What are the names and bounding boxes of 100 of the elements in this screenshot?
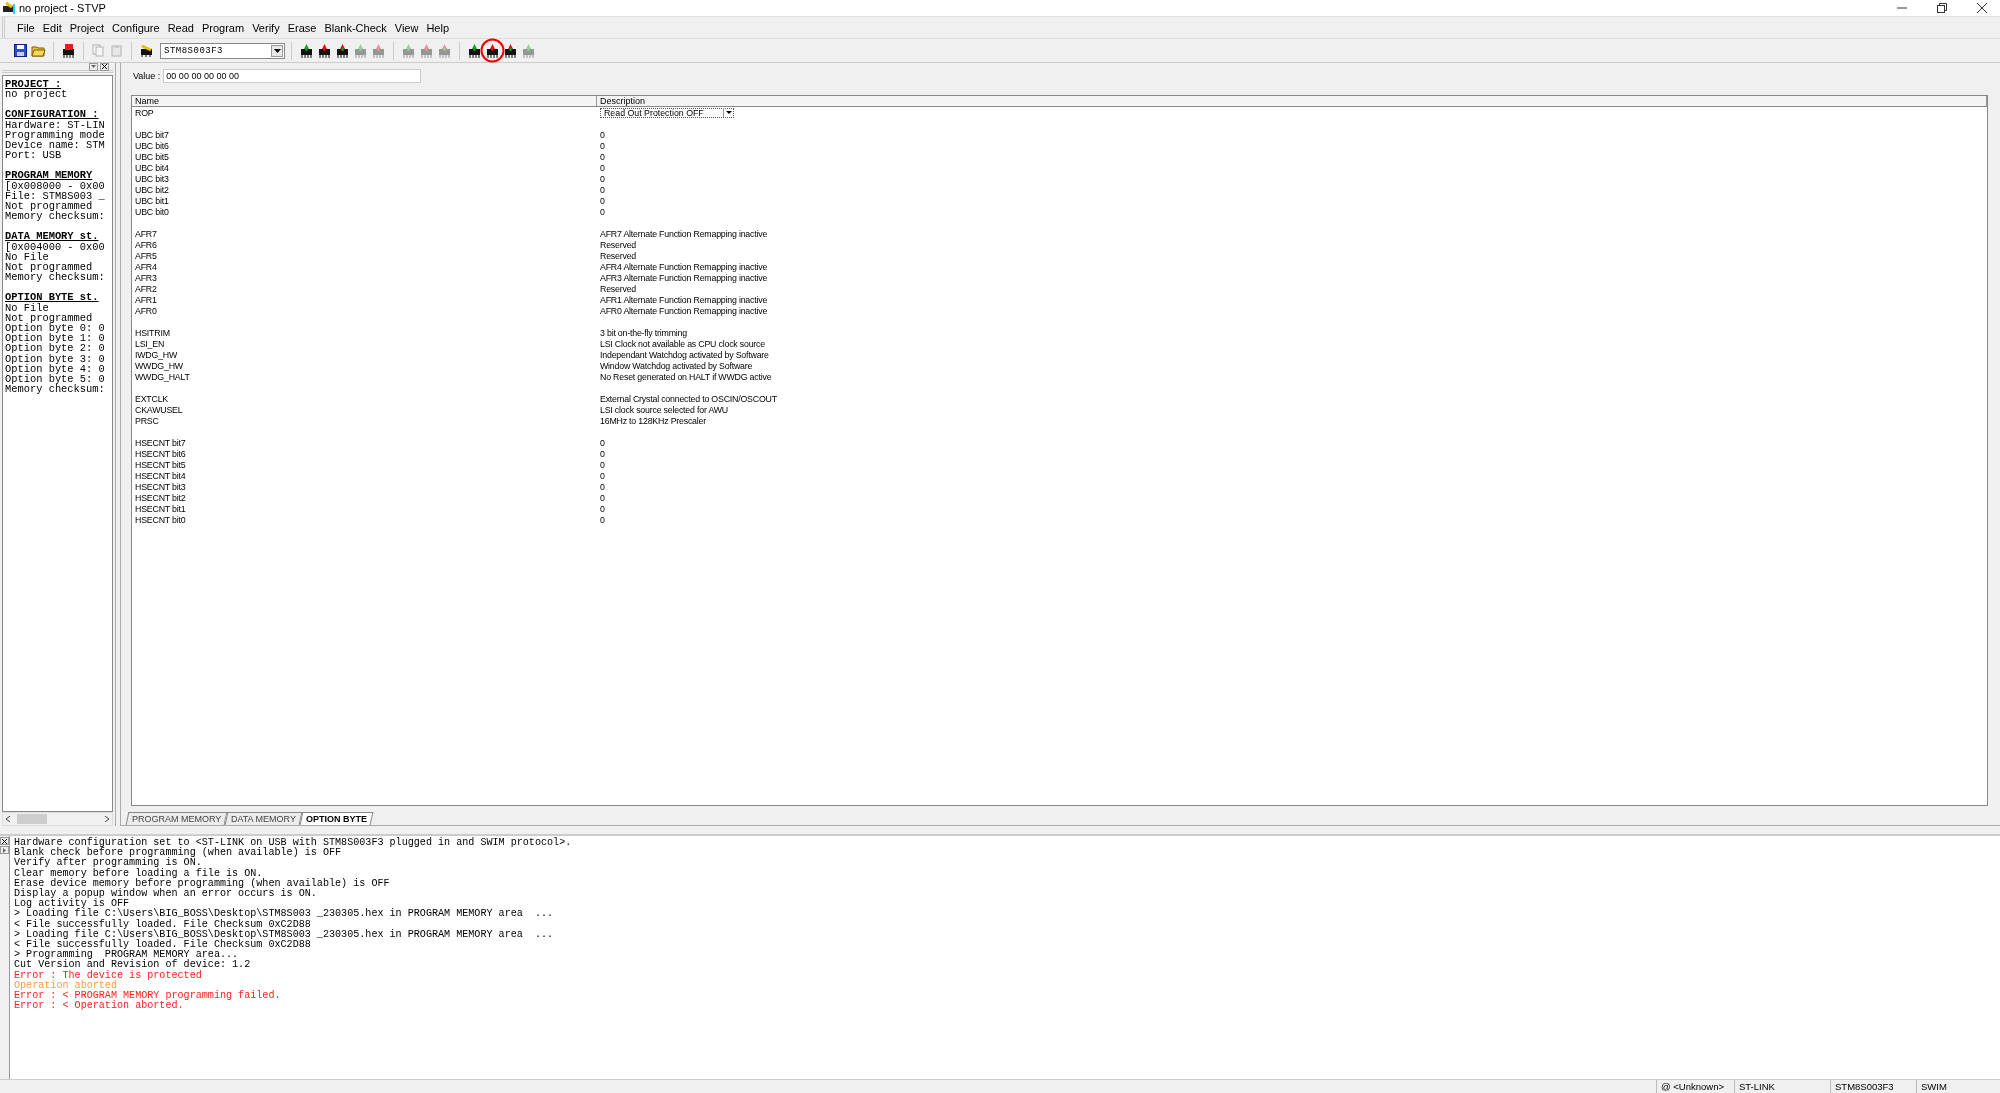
menu-item[interactable]: Read [163, 19, 198, 36]
column-header[interactable]: Description [597, 96, 1987, 106]
description-cell-text: AFR0 Alternate Function Remapping inactive [599, 305, 769, 316]
name-cell-text: WWDG_HALT [134, 371, 191, 382]
section-heading: DATA MEMORY st. [5, 231, 100, 242]
status-pane: @ <Unknown> [1656, 1080, 1734, 1093]
chip-select-icon [139, 44, 154, 57]
info-line: No File [5, 251, 49, 263]
chip-action-button[interactable] [334, 41, 351, 60]
status-pane: ST-LINK [1734, 1080, 1830, 1093]
description-cell-text: Independant Watchdog activated by Software [599, 349, 770, 360]
info-line: Memory checksum: [5, 272, 106, 283]
log-line: Erase device memory before programming (when available) is OFF [14, 878, 391, 889]
close-pane-button[interactable] [0, 837, 9, 845]
value-label: Value : [133, 71, 161, 81]
section-heading: CONFIGURATION : [5, 109, 100, 120]
menu-item[interactable]: Help [422, 19, 454, 36]
name-cell-text: LSI_EN [134, 338, 166, 349]
close-pane-button[interactable] [100, 62, 109, 71]
log-line: < File successfully loaded. File Checksum 0xC2D88 [14, 940, 312, 951]
info-line: Programming mode [5, 129, 106, 140]
name-cell-text: UBC bit1 [134, 195, 170, 206]
info-line: Option byte 0: 0 [5, 323, 106, 334]
name-cell-text: UBC bit7 [134, 129, 170, 140]
info-line: No File [5, 302, 49, 313]
log-line: Cut Version and Revision of device: 1.2 [14, 960, 252, 971]
description-cell-text: LSI Clock not available as CPU clock source [599, 338, 766, 349]
info-line: Not programmed [5, 201, 93, 212]
menu-item[interactable]: Program [197, 19, 249, 36]
configure-button[interactable] [60, 41, 77, 60]
description-cell-text: 0 [599, 140, 606, 151]
log-line: > Loading file C:\Users\BIG_BOSS\Desktop\STM8S003 _230305.hex in PROGRAM MEMORY area ... [14, 909, 555, 920]
section-heading: PROGRAM MEMORY [5, 170, 94, 181]
description-cell-text: 0 [599, 492, 606, 503]
name-cell-text: CKAWUSEL [134, 404, 184, 415]
name-cell-text: HSECNT bit0 [134, 514, 187, 525]
menu-item[interactable]: Erase [283, 19, 321, 36]
scroll-right-button[interactable] [102, 814, 112, 824]
description-cell-text: 0 [599, 173, 606, 184]
info-line: Device name: STM [5, 140, 106, 151]
description-cell-text: 0 [599, 151, 606, 162]
menu-item[interactable]: File [13, 19, 39, 36]
description-cell-text: 0 [599, 514, 606, 525]
info-line: [0x008000 - 0x00 [5, 180, 106, 191]
menu-item[interactable]: Project [65, 19, 108, 36]
window-title: no project - STVP [19, 2, 107, 14]
tab[interactable]: PROGRAM MEMORY [125, 812, 228, 825]
info-line: Option byte 3: 0 [5, 353, 106, 364]
device-name: STM8S003F3 [163, 45, 224, 56]
info-line: Hardware: ST-LIN [5, 119, 106, 130]
log-line: Clear memory before loading a file is ON. [14, 868, 263, 879]
pin-button[interactable] [89, 62, 98, 71]
menu-item[interactable]: Blank-Check [320, 19, 391, 36]
chip-icon [467, 43, 482, 58]
menu-item[interactable]: Edit [38, 19, 66, 36]
chip-action-button[interactable] [316, 41, 333, 60]
info-line: no project [5, 89, 69, 100]
description-cell-text: Reserved [599, 283, 638, 294]
log-line: Error : The device is protected [14, 970, 203, 981]
paste-icon [110, 44, 123, 57]
folder-icon [31, 44, 46, 57]
name-cell-text: UBC bit0 [134, 206, 170, 217]
section-heading: OPTION BYTE st. [5, 292, 100, 303]
description-cell-text: 0 [599, 206, 606, 217]
tab[interactable]: DATA MEMORY [224, 812, 303, 825]
name-cell-text: ROP [134, 107, 155, 118]
save-button[interactable] [12, 41, 29, 60]
device-dropdown[interactable]: STM8S003F3 [160, 42, 285, 59]
description-cell-text: 0 [599, 184, 606, 195]
menu-item[interactable]: Verify [248, 19, 284, 36]
info-line: Port: USB [5, 150, 63, 161]
status-pane: STM8S003F3 [1830, 1080, 1916, 1093]
chip-action-button[interactable] [502, 41, 519, 60]
menu-item[interactable]: View [390, 19, 423, 36]
description-cell-text: AFR3 Alternate Function Remapping inactive [599, 272, 769, 283]
info-line: Not programmed [5, 312, 94, 324]
tab[interactable]: OPTION BYTE [300, 812, 374, 825]
chip-action-button[interactable] [298, 41, 315, 60]
chip-action-button[interactable] [466, 41, 483, 60]
name-cell-text: HSECNT bit3 [134, 481, 187, 492]
scroll-left-button[interactable] [3, 814, 13, 824]
name-cell-text: HSECNT bit7 [134, 437, 187, 448]
horizontal-scrollbar[interactable] [2, 812, 113, 826]
log-line: > Loading file C:\Users\BIG_BOSS\Desktop\STM8S003 _230305.hex in PROGRAM MEMORY area ... [14, 929, 555, 940]
name-cell-text: AFR6 [134, 239, 158, 250]
name-cell-text: AFR1 [134, 294, 158, 305]
value-input[interactable]: 00 00 00 00 00 00 [163, 69, 422, 83]
name-cell-text: AFR3 [134, 272, 158, 283]
description-cell-text: Reserved [599, 239, 638, 250]
chip-config-icon [61, 43, 76, 58]
value-dropdown[interactable]: Read Out Protection OFF [600, 107, 734, 118]
name-cell-text: HSECNT bit5 [134, 459, 187, 470]
description-cell-text: 0 [599, 448, 606, 459]
pin-button[interactable] [0, 846, 9, 854]
column-header[interactable]: Name [132, 96, 597, 106]
description-cell-text: Window Watchdog activated by Software [599, 360, 754, 371]
menu-item[interactable]: Configure [107, 19, 164, 36]
info-line: [0x004000 - 0x00 [5, 241, 106, 252]
name-cell-text: WWDG_HW [134, 360, 184, 371]
description-cell-text: Reserved [599, 250, 638, 261]
